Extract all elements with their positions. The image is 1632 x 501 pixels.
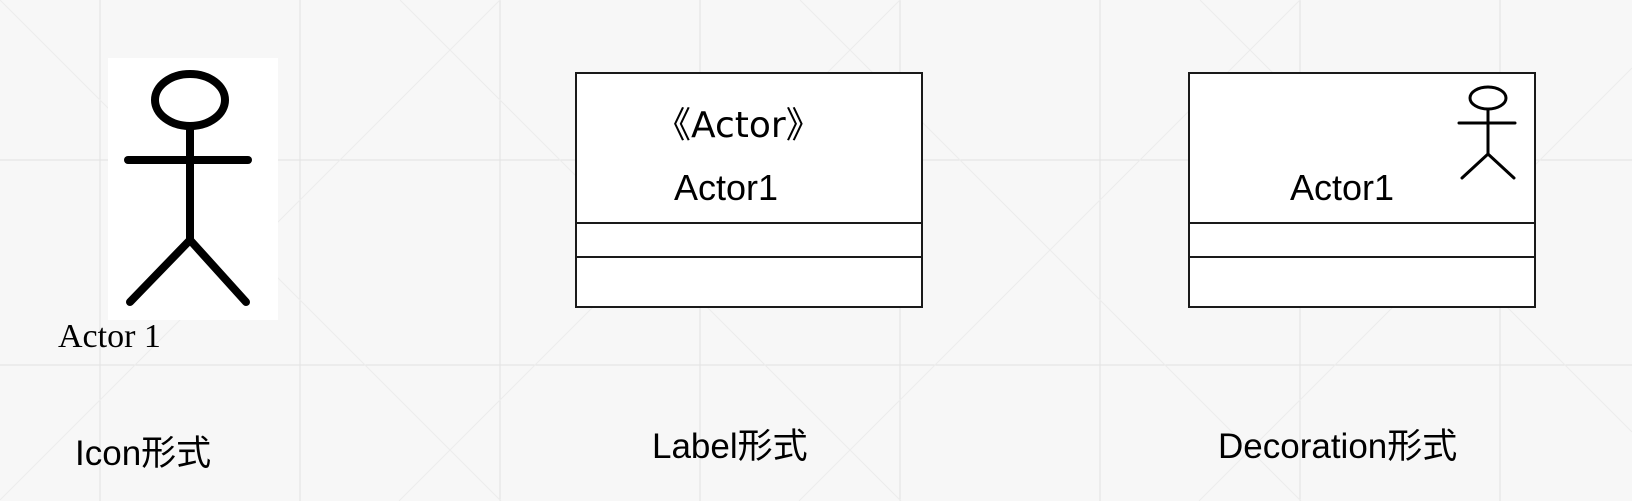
- label-form-stereotype: 《Actor》: [655, 105, 822, 146]
- icon-form-actor-name: Actor 1: [58, 318, 161, 355]
- decoration-form-divider-1: [1190, 222, 1534, 224]
- decoration-form-actor-name: Actor1: [1290, 167, 1395, 208]
- label-form-divider-2: [577, 256, 921, 258]
- label-form-divider-1: [577, 222, 921, 224]
- decoration-form-caption: Decoration形式: [1218, 427, 1458, 466]
- stick-figure-icon: [124, 70, 252, 306]
- label-form-caption: Label形式: [652, 427, 808, 466]
- label-form-actor-name: Actor1: [674, 167, 779, 208]
- decoration-form-divider-2: [1190, 256, 1534, 258]
- decoration-stick-figure-icon: [1457, 85, 1517, 180]
- icon-form-caption: Icon形式: [75, 434, 212, 473]
